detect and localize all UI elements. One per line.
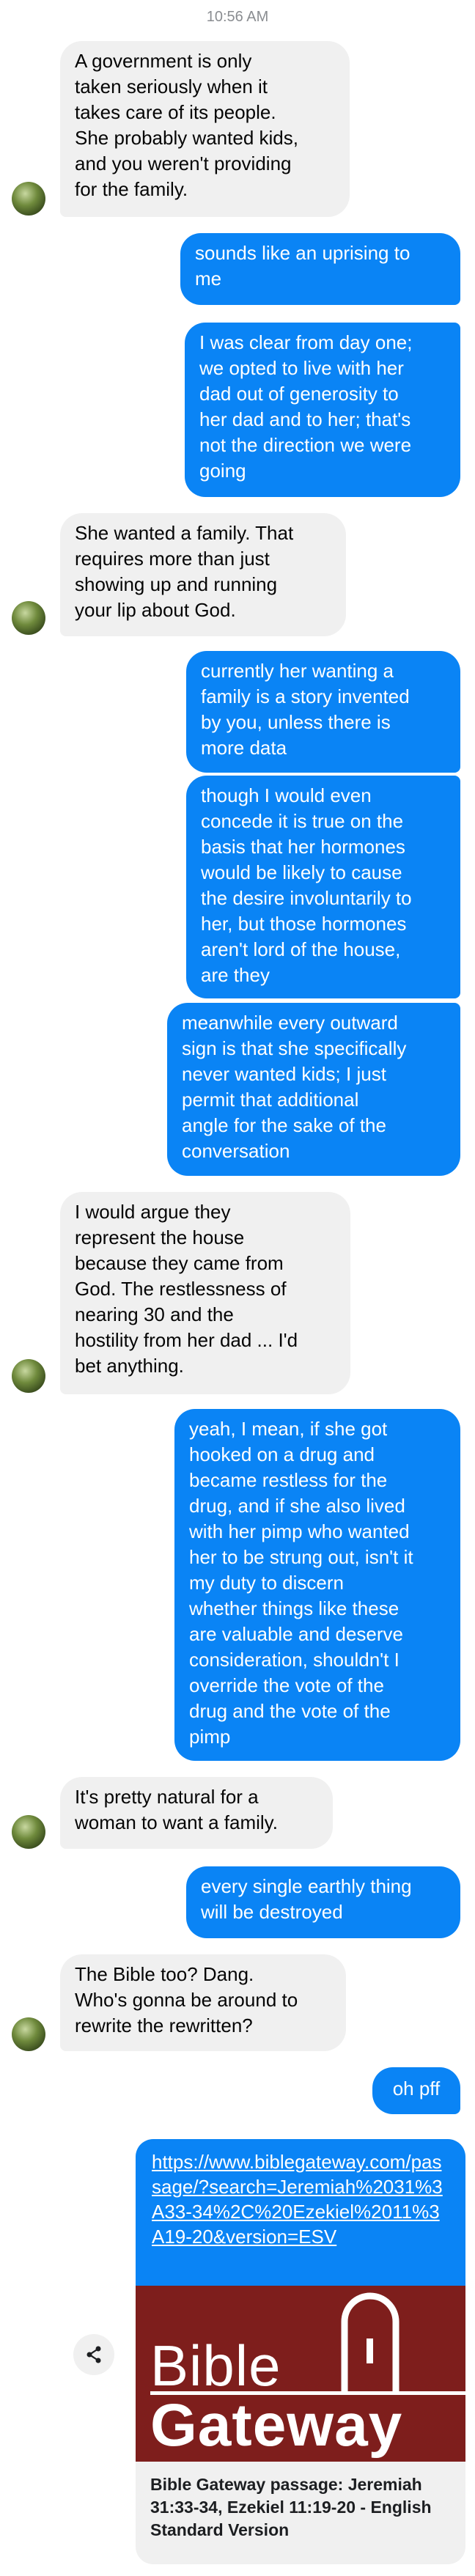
link-url[interactable]: https://www.biblegateway.com/passage/?se…: [136, 2139, 465, 2286]
message-outgoing[interactable]: yeah, I mean, if she got hooked on a dru…: [174, 1409, 460, 1761]
contact-avatar[interactable]: [12, 1815, 45, 1849]
timestamp: 10:56 AM: [206, 9, 269, 25]
message-outgoing[interactable]: every single earthly thing will be destr…: [186, 1866, 460, 1938]
message-outgoing[interactable]: though I would even concede it is true o…: [186, 776, 460, 998]
bible-gateway-logo-image: Bible Gateway: [136, 2286, 465, 2462]
message-incoming[interactable]: She wanted a family. That requires more …: [60, 513, 346, 636]
link-preview-card[interactable]: https://www.biblegateway.com/passage/?se…: [136, 2139, 465, 2564]
message-outgoing[interactable]: currently her wanting a family is a stor…: [186, 651, 460, 773]
message-outgoing[interactable]: I was clear from day one; we opted to li…: [185, 323, 460, 497]
message-incoming[interactable]: I would argue they represent the house b…: [60, 1192, 350, 1394]
contact-avatar[interactable]: [12, 601, 45, 635]
logo-text-gateway: Gateway: [150, 2392, 403, 2459]
door-icon: [341, 2292, 399, 2391]
link-title[interactable]: Bible Gateway passage: Jeremiah 31:33-34…: [136, 2462, 465, 2553]
message-incoming[interactable]: A government is only taken seriously whe…: [60, 41, 350, 217]
message-outgoing[interactable]: meanwhile every outward sign is that she…: [167, 1003, 460, 1176]
message-incoming[interactable]: It's pretty natural for a woman to want …: [60, 1777, 333, 1849]
message-outgoing[interactable]: sounds like an uprising to me: [180, 233, 460, 305]
message-outgoing[interactable]: oh pff: [372, 2067, 460, 2114]
logo-text-bible: Bible: [150, 2333, 281, 2398]
message-incoming[interactable]: The Bible too? Dang. Who's gonna be arou…: [60, 1954, 346, 2051]
contact-avatar[interactable]: [12, 1359, 45, 1393]
share-icon: [86, 2346, 101, 2363]
contact-avatar[interactable]: [12, 182, 45, 216]
share-button[interactable]: [73, 2334, 114, 2375]
contact-avatar[interactable]: [12, 2017, 45, 2051]
